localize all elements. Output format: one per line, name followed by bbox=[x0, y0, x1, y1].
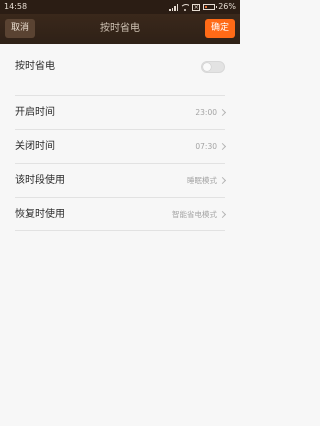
signal-icon bbox=[169, 3, 179, 11]
toggle-row[interactable]: 按时省电 bbox=[15, 50, 225, 84]
page-title: 按时省电 bbox=[100, 23, 140, 34]
chevron-right-icon bbox=[218, 210, 227, 219]
chevron-right-icon bbox=[218, 142, 227, 151]
status-time: 14:58 bbox=[4, 2, 28, 11]
battery-fill bbox=[205, 6, 208, 8]
wifi-icon bbox=[181, 3, 190, 11]
row-period-mode[interactable]: 该时段使用 睡眠模式 bbox=[15, 163, 227, 197]
settings-list: 按时省电 开启时间 23:00 关闭时间 07:30 该时段使用 睡眠模式 恢复… bbox=[0, 44, 240, 231]
row-restore-mode[interactable]: 恢复时使用 智能省电模式 bbox=[15, 197, 227, 231]
row-label: 关闭时间 bbox=[15, 141, 55, 152]
title-bar: 取消 按时省电 确定 bbox=[0, 14, 240, 44]
status-indicators: × 26% bbox=[169, 0, 236, 14]
chevron-right-icon bbox=[218, 176, 227, 185]
chevron-right-icon bbox=[218, 108, 227, 117]
row-label: 恢复时使用 bbox=[15, 209, 65, 220]
row-label: 开启时间 bbox=[15, 107, 55, 118]
row-value: 07:30 bbox=[195, 142, 217, 151]
toggle-knob bbox=[203, 63, 211, 71]
battery-percent: 26% bbox=[218, 2, 236, 11]
row-end-time[interactable]: 关闭时间 07:30 bbox=[15, 129, 227, 163]
confirm-button[interactable]: 确定 bbox=[205, 19, 235, 38]
battery-icon bbox=[203, 4, 218, 10]
row-start-time[interactable]: 开启时间 23:00 bbox=[15, 95, 227, 129]
row-value: 23:00 bbox=[195, 108, 217, 117]
status-bar: 14:58 × 26% bbox=[0, 0, 240, 14]
row-label: 该时段使用 bbox=[15, 175, 65, 186]
cancel-button[interactable]: 取消 bbox=[5, 19, 35, 38]
sim-icon: × bbox=[192, 3, 201, 11]
power-save-toggle[interactable] bbox=[201, 61, 225, 73]
toggle-label: 按时省电 bbox=[15, 61, 55, 72]
row-value: 智能省电模式 bbox=[172, 210, 217, 219]
row-value: 睡眠模式 bbox=[187, 176, 217, 185]
